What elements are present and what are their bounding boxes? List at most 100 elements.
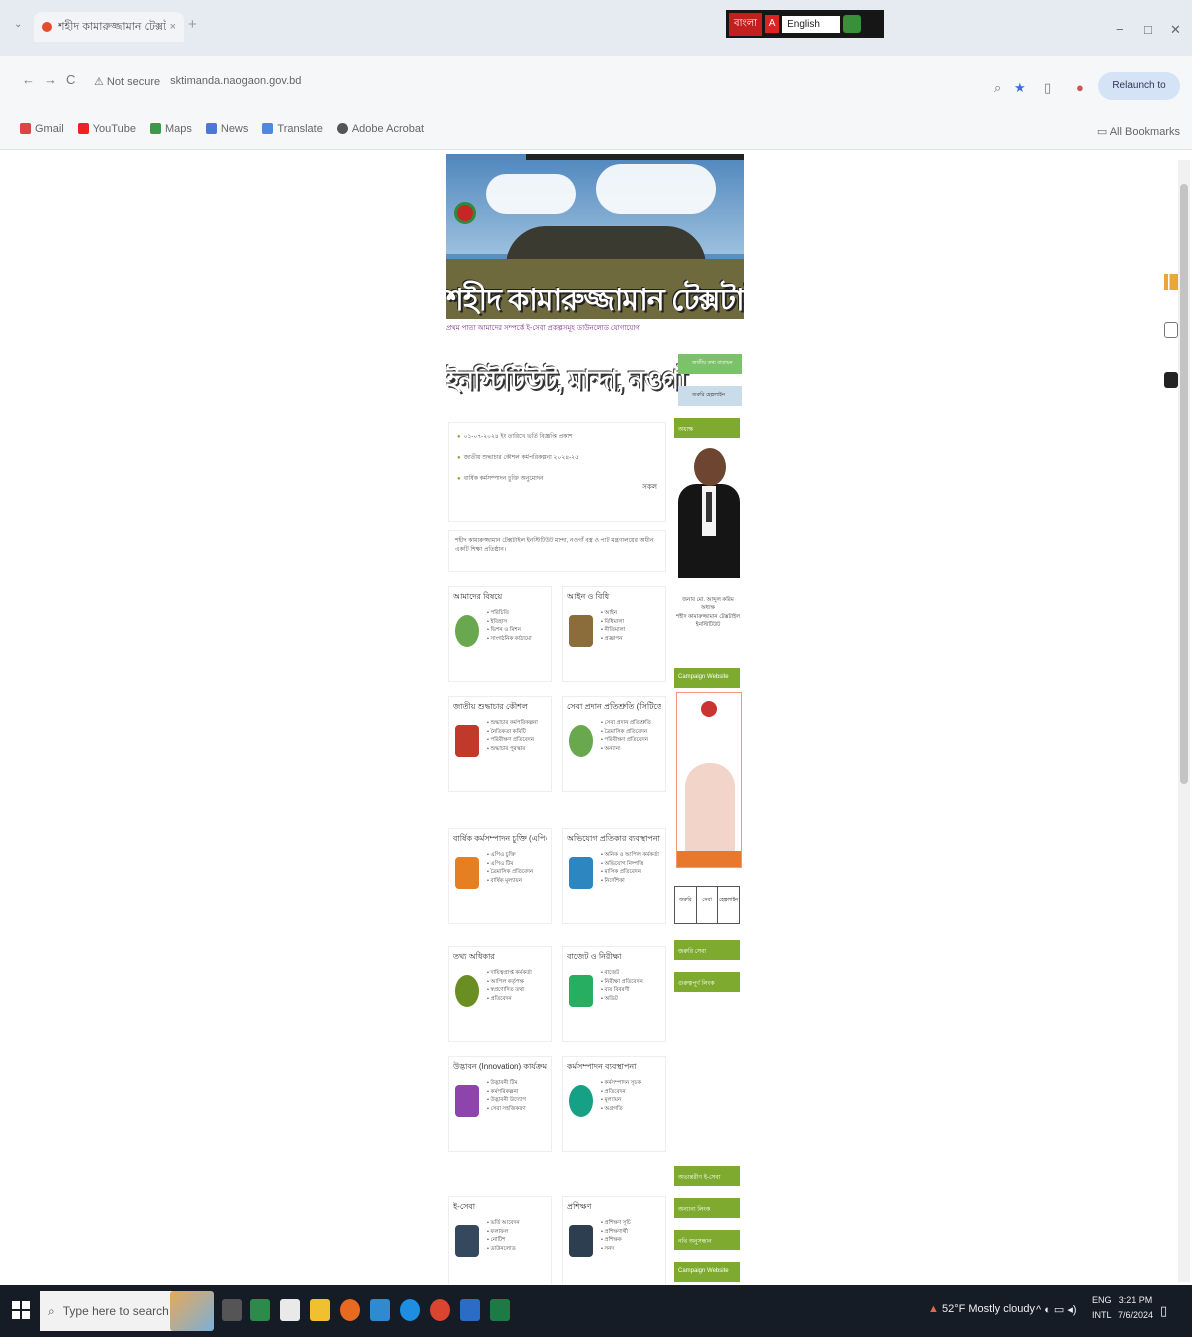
- service-card-title[interactable]: ই-সেবা: [453, 1201, 547, 1214]
- service-card-link[interactable]: ফলাফল: [487, 1228, 551, 1237]
- service-card-link[interactable]: প্রতিবেদন: [487, 995, 551, 1004]
- service-card[interactable]: আমাদের বিষয়ে পরিচিতিইতিহাসভিশন ও মিশনসাং…: [448, 586, 552, 682]
- service-card-link[interactable]: ভিশন ও মিশন: [487, 626, 551, 635]
- service-card-link[interactable]: অডিট: [601, 995, 665, 1004]
- service-card-link[interactable]: ত্রৈমাসিক প্রতিবেদন: [487, 868, 551, 877]
- service-card-link[interactable]: স্বপ্রণোদিত তথ্য: [487, 986, 551, 995]
- service-card-link[interactable]: নির্দেশিকা: [601, 877, 665, 886]
- minimize-button[interactable]: −: [1116, 22, 1124, 37]
- helpline-box[interactable]: জরুরি সেবা হেল্পলাইন: [674, 886, 740, 924]
- app-doc-icon[interactable]: [280, 1299, 300, 1321]
- service-card-title[interactable]: বাজেট ও নিরীক্ষা: [567, 951, 661, 964]
- service-card-title[interactable]: আইন ও বিধি: [567, 591, 661, 604]
- service-card-link[interactable]: পরিচিতি: [487, 609, 551, 618]
- maximize-button[interactable]: □: [1144, 22, 1152, 37]
- excel-icon[interactable]: [490, 1299, 510, 1321]
- service-card-link[interactable]: বিধিমালা: [601, 618, 665, 627]
- sidebar-extension-icon[interactable]: [1164, 372, 1178, 388]
- service-card[interactable]: জাতীয় শুদ্ধাচার কৌশল শুদ্ধাচার কর্মপরিকল…: [448, 696, 552, 792]
- sidebar-tile-portal[interactable]: জাতীয় তথ্য বাতায়ন: [678, 354, 742, 374]
- url-field[interactable]: ⚠ Not secure sktimanda.naogaon.gov.bd: [88, 66, 998, 96]
- relaunch-to-update-button[interactable]: Relaunch to update: [1098, 72, 1180, 119]
- service-card-link[interactable]: উদ্ভাবনী উদ্যোগ: [487, 1096, 551, 1105]
- forward-button[interactable]: →: [44, 72, 57, 87]
- service-card-link[interactable]: প্রশিক্ষণ সূচি: [601, 1219, 665, 1228]
- edge-icon[interactable]: [400, 1299, 420, 1321]
- service-card[interactable]: উদ্ভাবন (Innovation) কার্যক্রম উদ্ভাবনী ট…: [448, 1056, 552, 1152]
- task-view-icon[interactable]: [222, 1299, 242, 1321]
- sidebar-button[interactable]: গুরুত্বপূর্ণ লিংক: [674, 972, 740, 992]
- close-window-button[interactable]: ✕: [1170, 22, 1181, 38]
- service-card-link[interactable]: প্রশিক্ষক: [601, 1236, 665, 1245]
- service-card-title[interactable]: কর্মসম্পাদন ব্যবস্থাপনা: [567, 1061, 661, 1074]
- notice-all-link[interactable]: সকল: [642, 481, 657, 493]
- chart-extension-icon[interactable]: [1164, 274, 1178, 290]
- service-card-link[interactable]: ব্যয় বিবরণী: [601, 986, 665, 995]
- service-card-title[interactable]: আমাদের বিষয়ে: [453, 591, 547, 604]
- notifications-icon[interactable]: ▯: [1160, 1303, 1167, 1319]
- search-highlight-icon[interactable]: [170, 1291, 214, 1331]
- input-language-indicator[interactable]: ENG INTL: [1092, 1293, 1112, 1324]
- service-card-link[interactable]: বার্ষিক মূল্যায়ন: [487, 877, 551, 886]
- service-card-link[interactable]: পরিবীক্ষণ প্রতিবেদন: [487, 736, 551, 745]
- service-card-link[interactable]: ইতিহাস: [487, 618, 551, 627]
- sidebar-tile-helpline[interactable]: জরুরি হেল্পলাইন: [678, 386, 742, 406]
- lang-english-select[interactable]: English: [782, 15, 841, 33]
- service-card-link[interactable]: ভর্তি আবেদন: [487, 1219, 551, 1228]
- service-card[interactable]: বাজেট ও নিরীক্ষা বাজেটনিরীক্ষা প্রতিবেদনব…: [562, 946, 666, 1042]
- service-card-link[interactable]: অগ্রগতি: [601, 1105, 665, 1114]
- sidebar-button[interactable]: অভ্যন্তরীণ ই-সেবা: [674, 1166, 740, 1186]
- not-secure-badge[interactable]: ⚠ Not secure: [94, 75, 160, 88]
- word-icon[interactable]: [460, 1299, 480, 1321]
- bookmark-maps[interactable]: Maps: [149, 123, 192, 135]
- service-card-link[interactable]: উদ্ভাবনী টিম: [487, 1079, 551, 1088]
- sidebar-button[interactable]: Campaign Website: [674, 1262, 740, 1282]
- back-button[interactable]: ←: [22, 72, 35, 87]
- store-icon[interactable]: [370, 1299, 390, 1321]
- bookmark-star-icon[interactable]: ★: [1014, 80, 1026, 96]
- service-card-link[interactable]: অভিযোগ নিষ্পত্তি: [601, 860, 665, 869]
- service-card-link[interactable]: সাংগঠনিক কাঠামো: [487, 635, 551, 644]
- taskbar-clock[interactable]: 3:21 PM 7/6/2024: [1118, 1293, 1153, 1324]
- service-card-link[interactable]: আইন: [601, 609, 665, 618]
- new-tab-button[interactable]: +: [188, 16, 197, 33]
- service-card-link[interactable]: কর্মপরিকল্পনা: [487, 1088, 551, 1097]
- profile-avatar-icon[interactable]: ●: [1076, 80, 1084, 95]
- service-card-link[interactable]: ত্রৈমাসিক প্রতিবেদন: [601, 728, 665, 737]
- service-card-link[interactable]: শুদ্ধাচার পুরস্কার: [487, 745, 551, 754]
- service-card-link[interactable]: মাসিক প্রতিবেদন: [601, 868, 665, 877]
- bookmark-news[interactable]: News: [205, 123, 248, 135]
- service-card[interactable]: অভিযোগ প্রতিকার ব্যবস্থাপনা অনিক ও আপিল ক…: [562, 828, 666, 924]
- campaign-poster[interactable]: [676, 692, 742, 868]
- system-tray-icons[interactable]: ^ ◐ ▭ ◂): [1036, 1303, 1077, 1316]
- service-card-link[interactable]: প্রজ্ঞাপন: [601, 635, 665, 644]
- browser-tab[interactable]: শহীদ কামারুজ্জামান টেক্সটাইল ×: [34, 12, 184, 42]
- service-card-link[interactable]: আপিল কর্তৃপক্ষ: [487, 978, 551, 987]
- service-card[interactable]: সেবা প্রদান প্রতিশ্রুতি (সিটিজেন চার্টার…: [562, 696, 666, 792]
- service-card-link[interactable]: প্রতিবেদন: [601, 1088, 665, 1097]
- tab-search-icon[interactable]: ⌄: [14, 19, 22, 30]
- zoom-icon[interactable]: ⌕: [994, 80, 1001, 96]
- service-card-title[interactable]: জাতীয় শুদ্ধাচার কৌশল: [453, 701, 547, 714]
- service-card-title[interactable]: উদ্ভাবন (Innovation) কার্যক্রম: [453, 1061, 547, 1074]
- service-card-title[interactable]: সেবা প্রদান প্রতিশ্রুতি (সিটিজেন চার্টার…: [567, 701, 661, 714]
- windows-start-icon[interactable]: [12, 1301, 30, 1319]
- service-card[interactable]: বার্ষিক কর্মসম্পাদন চুক্তি (এপিএ) এপিএ চু…: [448, 828, 552, 924]
- extension-icon[interactable]: [843, 15, 862, 33]
- tab-close-icon[interactable]: ×: [170, 21, 176, 33]
- bookmark-adobe-acrobat[interactable]: Adobe Acrobat: [336, 123, 424, 135]
- service-card[interactable]: প্রশিক্ষণ প্রশিক্ষণ সূচিপ্রশিক্ষণার্থীপ্র…: [562, 1196, 666, 1284]
- bookmark-youtube[interactable]: YouTube: [77, 123, 136, 135]
- campaign-website-button[interactable]: Campaign Website: [674, 668, 740, 688]
- service-card-link[interactable]: নোটিশ: [487, 1236, 551, 1245]
- sidebar-button[interactable]: নথি অনুসন্ধান: [674, 1230, 740, 1250]
- service-card-link[interactable]: ডাউনলোড: [487, 1245, 551, 1254]
- service-card-link[interactable]: নৈতিকতা কমিটি: [487, 728, 551, 737]
- service-card-link[interactable]: সেবা সহজিকরণ: [487, 1105, 551, 1114]
- sidebar-button[interactable]: অন্যান্য লিংক: [674, 1198, 740, 1218]
- service-card-link[interactable]: নিরীক্ষা প্রতিবেদন: [601, 978, 665, 987]
- notice-item[interactable]: ০১-০৭-২০২৪ ইং তারিখে ভর্তি বিজ্ঞপ্তি প্র…: [457, 431, 657, 442]
- lang-bangla-button[interactable]: বাংলা: [729, 12, 763, 36]
- service-card[interactable]: আইন ও বিধি আইনবিধিমালানীতিমালাপ্রজ্ঞাপন: [562, 586, 666, 682]
- weather-widget[interactable]: ▲ 52°F Mostly cloudy: [928, 1303, 1035, 1315]
